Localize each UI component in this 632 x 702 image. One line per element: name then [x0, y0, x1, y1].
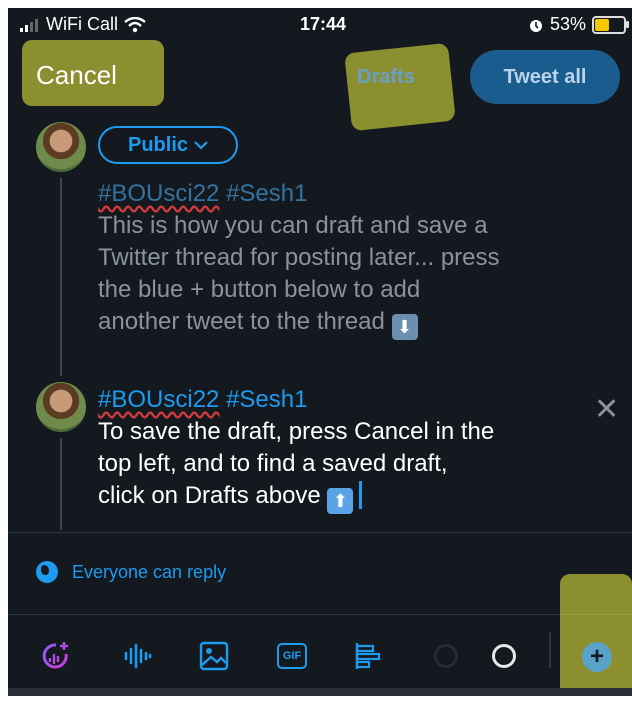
- location-icon: [428, 638, 464, 674]
- signal-icon: [20, 18, 38, 32]
- status-right: 53%: [528, 14, 629, 35]
- divider: [8, 614, 632, 615]
- tweet-line: This is how you can draft and save a: [98, 212, 488, 239]
- tweet-all-button[interactable]: Tweet all: [470, 50, 620, 104]
- avatar: [36, 382, 86, 432]
- tweet-line: Twitter thread for posting later... pres…: [98, 244, 500, 271]
- globe-icon: [36, 561, 58, 583]
- down-arrow-emoji: ⬇: [391, 314, 418, 340]
- audience-label: Public: [127, 133, 188, 156]
- battery-percent: 53%: [549, 14, 586, 34]
- battery-icon: [592, 15, 629, 34]
- text-cursor: [359, 481, 363, 509]
- compose-toolbar: GIF: [8, 626, 632, 686]
- voice-wave-icon[interactable]: [120, 638, 156, 674]
- bottom-bar: [8, 688, 632, 696]
- reply-setting-button[interactable]: Everyone can reply: [36, 561, 226, 583]
- highlight-add: [560, 574, 632, 696]
- divider: [8, 532, 632, 533]
- tweet-line-last: another tweet to the thread ⬇: [98, 306, 588, 340]
- poll-icon[interactable]: [350, 638, 386, 674]
- tweet-line: the blue + button below to add: [98, 276, 421, 303]
- tweet-line-last: click on Drafts above ⬆: [98, 480, 578, 514]
- count-ring: [492, 644, 516, 668]
- close-icon[interactable]: ✕: [594, 392, 619, 427]
- faint-ring: [434, 644, 458, 668]
- thread-line: [60, 178, 62, 376]
- chevron-down-icon: [194, 141, 208, 150]
- add-tweet-button[interactable]: +: [582, 642, 612, 672]
- hashtag[interactable]: #BOUsci22: [98, 180, 219, 207]
- carrier-label: WiFi Call: [46, 14, 118, 34]
- tweet-line: click on Drafts above: [98, 482, 321, 509]
- carrier: WiFi Call: [20, 14, 146, 35]
- add-image-sparkle-icon[interactable]: [38, 638, 74, 674]
- cancel-button[interactable]: Cancel: [36, 60, 117, 91]
- hashtags: #BOUsci22 #Sesh1: [98, 178, 588, 210]
- hashtag[interactable]: #Sesh1: [226, 386, 307, 413]
- gif-icon[interactable]: GIF: [274, 638, 310, 674]
- compose-screen: WiFi Call 17:44 53% Cancel Drafts Tweet …: [8, 8, 632, 696]
- reply-setting-label: Everyone can reply: [72, 561, 227, 582]
- thread-line: [60, 438, 62, 530]
- up-arrow-emoji: ⬆: [327, 488, 354, 514]
- alarm-icon: [529, 19, 542, 32]
- battery-fill: [595, 18, 609, 31]
- tweet-line: another tweet to the thread: [98, 308, 385, 335]
- tweet-line: top left, and to find a saved draft,: [98, 450, 448, 477]
- status-bar: WiFi Call 17:44 53%: [8, 8, 632, 42]
- image-icon[interactable]: [196, 638, 232, 674]
- toolbar-separator: [549, 632, 551, 668]
- avatar: [36, 122, 86, 172]
- audience-selector[interactable]: Public: [98, 126, 238, 164]
- character-count-ring-icon: [486, 638, 522, 674]
- hashtag[interactable]: #Sesh1: [226, 180, 307, 207]
- hashtag[interactable]: #BOUsci22: [98, 386, 219, 413]
- tweet-line: To save the draft, press Cancel in the: [98, 418, 495, 445]
- hashtags: #BOUsci22 #Sesh1: [98, 384, 578, 416]
- tweet-draft-1[interactable]: #BOUsci22 #Sesh1 This is how you can dra…: [98, 178, 588, 340]
- clock: 17:44: [300, 14, 347, 34]
- wifi-icon: [124, 16, 146, 32]
- drafts-button[interactable]: Drafts: [357, 66, 415, 89]
- gif-label: GIF: [277, 643, 307, 669]
- tweet-draft-2[interactable]: #BOUsci22 #Sesh1 To save the draft, pres…: [98, 384, 578, 514]
